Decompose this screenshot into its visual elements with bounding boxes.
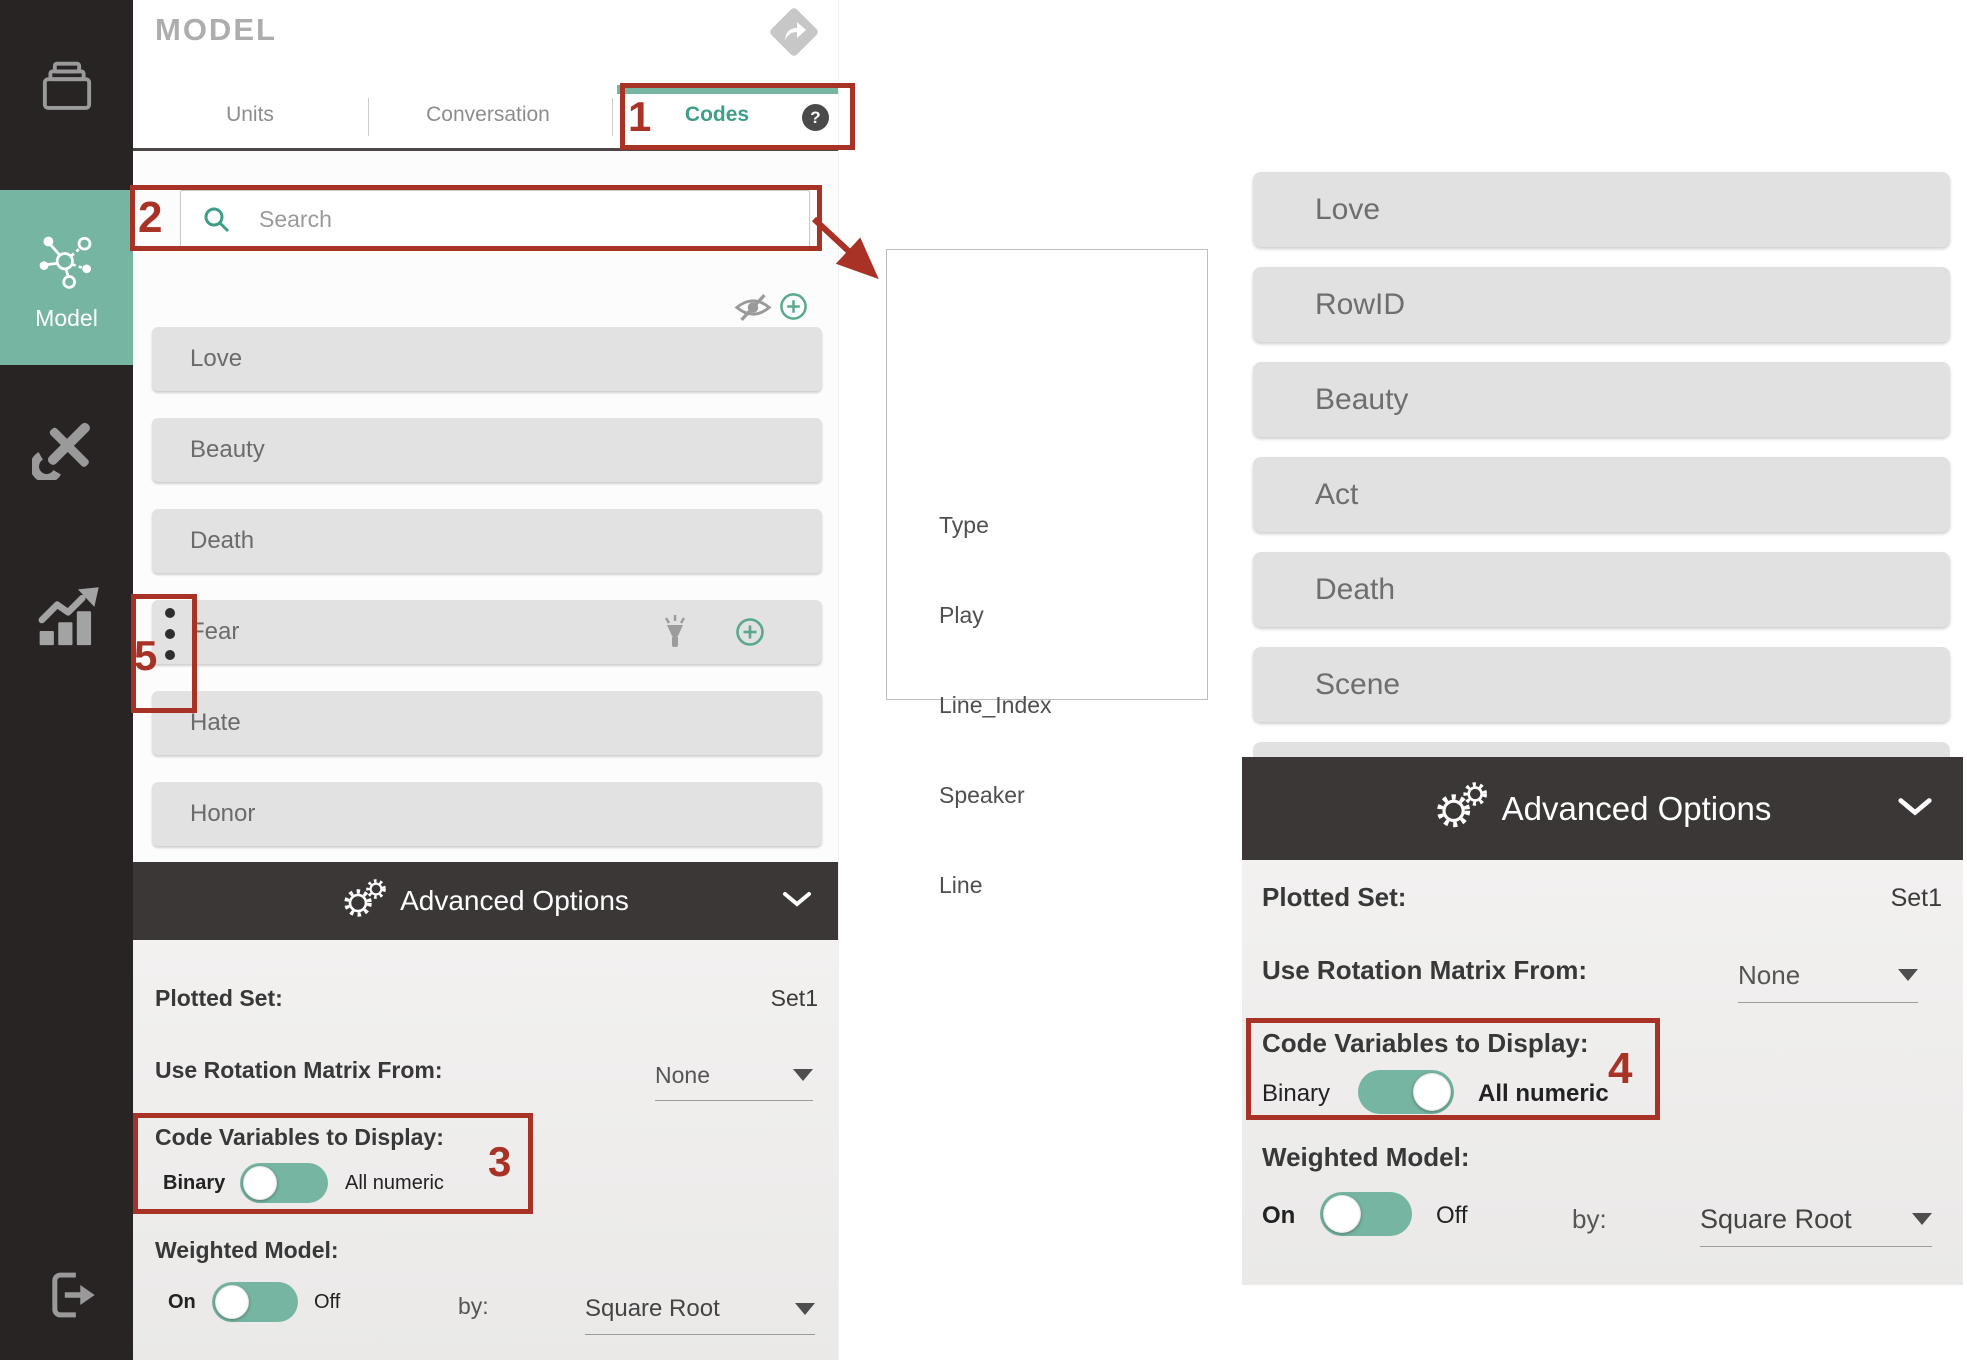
- share-arrow-icon: [785, 22, 806, 40]
- add-to-plot-icon[interactable]: [735, 617, 765, 654]
- tab-codes[interactable]: Codes: [642, 103, 792, 127]
- dropdown-item-speaker[interactable]: Speaker: [939, 782, 1025, 809]
- search-box: [180, 190, 810, 248]
- plotted-set-value: Set1: [1890, 884, 1942, 912]
- bar-chart-icon: [32, 585, 102, 660]
- weight-method-select[interactable]: Square Root: [585, 1284, 815, 1335]
- dropdown-item-line[interactable]: Line: [939, 872, 982, 899]
- chevron-down-icon[interactable]: [782, 891, 812, 912]
- sidebar-item-model[interactable]: Model: [0, 190, 133, 365]
- gears-icon: [1434, 782, 1490, 835]
- on-label: On: [168, 1291, 196, 1313]
- app-canvas: Model MODEL Units Conversation Codes ? S…: [0, 0, 1967, 1360]
- binary-label: Binary: [163, 1172, 226, 1194]
- weighted-model-toggle[interactable]: [1320, 1192, 1412, 1236]
- rotation-matrix-select[interactable]: None: [655, 1050, 813, 1101]
- code-item-beauty-lg[interactable]: Beauty: [1253, 362, 1950, 437]
- advanced-options-title: Advanced Options: [1501, 789, 1772, 827]
- by-label: by:: [1572, 1204, 1607, 1234]
- toggle-knob: [1323, 1195, 1361, 1233]
- code-variables-label: Code Variables to Display:: [1262, 1028, 1589, 1058]
- dropdown-item-line-index[interactable]: Line_Index: [939, 692, 1052, 719]
- on-label: On: [1262, 1202, 1296, 1229]
- exit-icon: [36, 1264, 98, 1331]
- toggle-knob: [1413, 1073, 1451, 1111]
- hide-all-eye-off-icon[interactable]: [733, 292, 773, 328]
- code-item-beauty[interactable]: Beauty: [152, 418, 822, 482]
- off-label: Off: [314, 1291, 341, 1313]
- code-item-fear[interactable]: Fear: [152, 600, 822, 664]
- sidebar-model-label: Model: [35, 304, 98, 331]
- code-item-honor[interactable]: Honor: [152, 782, 822, 846]
- plotted-set-label: Plotted Set:: [155, 985, 283, 1011]
- plotted-set-label: Plotted Set:: [1262, 882, 1407, 912]
- sidebar-item-stats[interactable]: [0, 570, 133, 675]
- gears-icon: [342, 878, 388, 924]
- sidebar-item-logout[interactable]: [0, 1245, 133, 1350]
- code-variables-label: Code Variables to Display:: [155, 1124, 444, 1150]
- code-item-scene-lg[interactable]: Scene: [1253, 647, 1950, 722]
- advanced-options-title: Advanced Options: [400, 885, 629, 916]
- search-icon: [204, 207, 230, 233]
- sidebar-item-projects[interactable]: [0, 35, 133, 145]
- tab-separator: [368, 98, 369, 136]
- annotation-arrow: [811, 216, 879, 280]
- all-numeric-label: All numeric: [1478, 1080, 1609, 1107]
- rotation-matrix-select[interactable]: None: [1738, 948, 1918, 1003]
- sidebar: Model: [0, 0, 133, 1360]
- rotation-matrix-label: Use Rotation Matrix From:: [155, 1057, 443, 1083]
- caret-down-icon: [1898, 969, 1918, 981]
- binary-label: Binary: [1262, 1080, 1331, 1107]
- code-item-rowid-lg[interactable]: RowID: [1253, 267, 1950, 342]
- caret-down-icon: [795, 1303, 815, 1315]
- rotation-matrix-label: Use Rotation Matrix From:: [1262, 955, 1588, 985]
- weighted-model-label: Weighted Model:: [1262, 1142, 1470, 1172]
- variable-dropdown-menu: Type Play Line_Index Speaker Line: [886, 249, 1208, 898]
- off-label: Off: [1436, 1202, 1468, 1229]
- advanced-options-header[interactable]: Advanced Options: [133, 862, 838, 940]
- chevron-down-icon[interactable]: [1897, 797, 1933, 821]
- by-label: by:: [458, 1293, 489, 1319]
- code-item-act-lg[interactable]: Act: [1253, 457, 1950, 532]
- tab-separator: [612, 98, 613, 136]
- tools-icon: [29, 410, 102, 485]
- code-item-love[interactable]: Love: [152, 327, 822, 391]
- search-input[interactable]: [257, 204, 781, 234]
- caret-down-icon: [793, 1069, 813, 1081]
- tabs-underline: [133, 148, 838, 151]
- dropdown-item-play[interactable]: Play: [939, 602, 984, 629]
- all-numeric-label: All numeric: [345, 1172, 444, 1194]
- sidebar-item-tools[interactable]: [0, 395, 133, 500]
- toggle-knob: [215, 1285, 249, 1319]
- page-title: MODEL: [155, 12, 277, 47]
- code-variables-toggle[interactable]: [1358, 1070, 1454, 1114]
- code-item-love-lg[interactable]: Love: [1253, 172, 1950, 247]
- dropdown-item-type[interactable]: Type: [939, 512, 989, 539]
- highlight-flashlight-icon[interactable]: [657, 612, 693, 659]
- advanced-options-header-right[interactable]: Advanced Options: [1242, 757, 1963, 860]
- share-button[interactable]: [768, 6, 820, 58]
- weight-method-select[interactable]: Square Root: [1700, 1192, 1932, 1247]
- drawer-icon: [36, 57, 98, 124]
- code-variables-toggle[interactable]: [240, 1163, 328, 1203]
- network-model-icon: [32, 224, 102, 299]
- tab-conversation[interactable]: Conversation: [388, 103, 588, 127]
- plotted-set-value: Set1: [770, 985, 818, 1011]
- code-item-death[interactable]: Death: [152, 509, 822, 573]
- help-icon[interactable]: ?: [802, 104, 829, 131]
- tab-units[interactable]: Units: [195, 103, 305, 127]
- active-tab-indicator: [617, 85, 838, 94]
- caret-down-icon: [1912, 1213, 1932, 1225]
- code-item-hate[interactable]: Hate: [152, 691, 822, 755]
- weighted-model-label: Weighted Model:: [155, 1237, 339, 1263]
- code-item-partial: [1253, 742, 1950, 758]
- toggle-knob: [243, 1166, 277, 1200]
- weighted-model-toggle[interactable]: [212, 1282, 298, 1322]
- kebab-menu-icon[interactable]: [160, 608, 180, 660]
- code-item-death-lg[interactable]: Death: [1253, 552, 1950, 627]
